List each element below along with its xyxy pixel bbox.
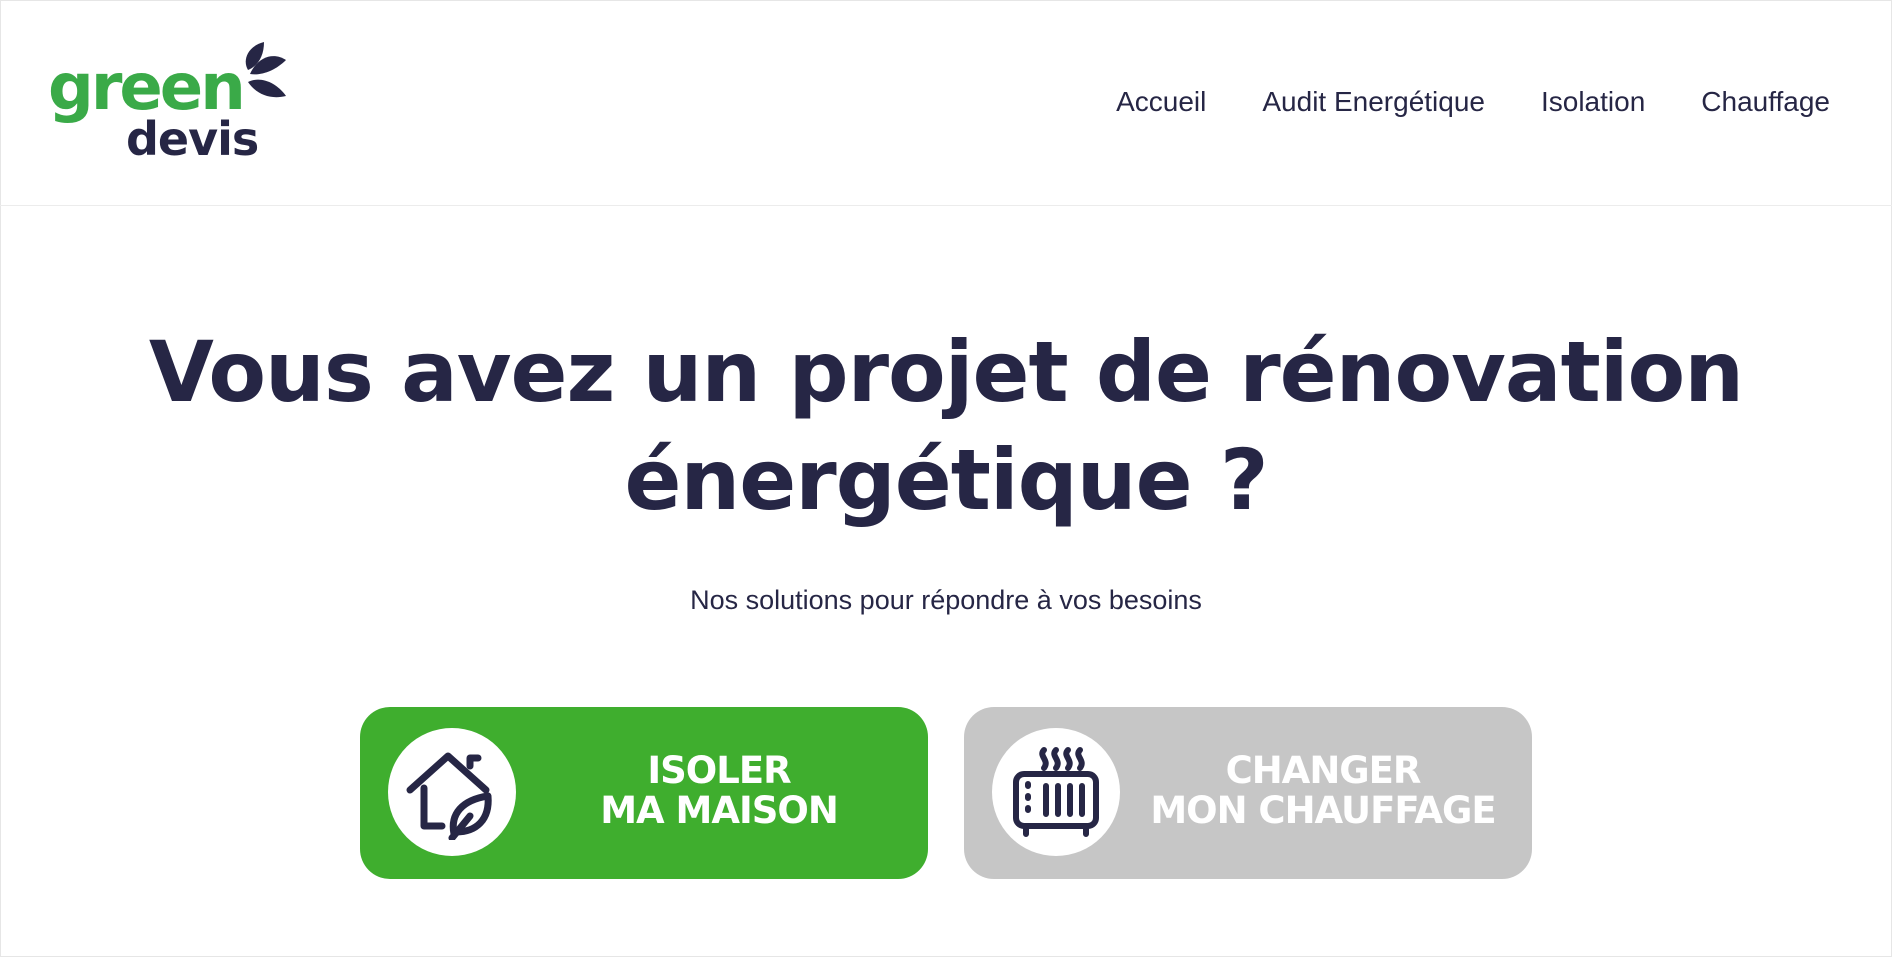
page-title-line-2: énergétique ? [624,431,1268,529]
nav-item-accueil[interactable]: Accueil [1116,86,1206,118]
chauffage-button-label: CHANGER MON CHAUFFAGE [1134,751,1512,831]
isoler-button-label: ISOLER MA MAISON [530,751,908,831]
chauffage-button-label-line-2: MON CHAUFFAGE [1150,789,1496,832]
page-subtitle: Nos solutions pour répondre à vos besoin… [690,585,1202,615]
nav-item-audit-energetique[interactable]: Audit Energétique [1262,86,1485,118]
isoler-button-label-line-1: ISOLER [647,749,791,792]
logo-text-devis: devis [126,112,259,166]
leaves-icon [245,42,286,98]
chauffage-icon-circle [992,728,1120,856]
nav-item-isolation[interactable]: Isolation [1541,86,1645,118]
site-header: green devis Accueil Audit Energétique Is… [0,0,1892,206]
isoler-button-label-line-2: MA MAISON [600,789,839,832]
page-title-line-1: Vous avez un projet de rénovation [148,323,1744,421]
radiator-icon [1013,747,1099,837]
chauffage-button-label-line-1: CHANGER [1225,749,1422,792]
main-nav: Accueil Audit Energétique Isolation Chau… [1116,86,1830,118]
nav-item-chauffage[interactable]: Chauffage [1701,86,1830,118]
logo[interactable]: green devis [48,42,298,167]
isoler-icon-circle [388,728,516,856]
house-leaf-icon [406,752,492,840]
isoler-ma-maison-button[interactable]: ISOLER MA MAISON [360,707,928,879]
logo-text-green: green [48,51,246,125]
changer-mon-chauffage-button[interactable]: CHANGER MON CHAUFFAGE [964,707,1532,879]
page-title: Vous avez un projet de rénovation énergé… [0,318,1892,534]
